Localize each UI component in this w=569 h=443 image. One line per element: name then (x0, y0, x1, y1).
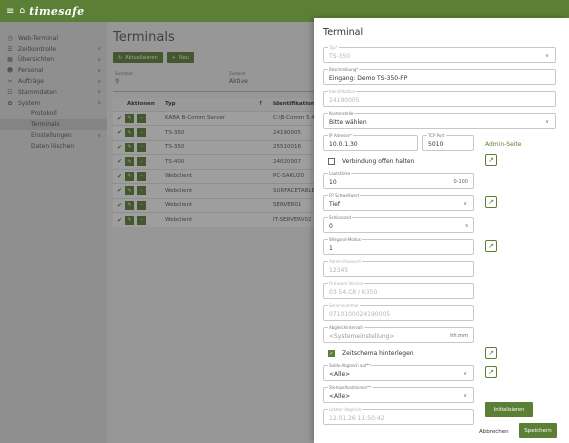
saldo-sync-select[interactable]: Saldo-Abgleich auf** <Alle> ∨ (323, 363, 474, 381)
lautstaerke-field[interactable]: Lautstärke 10 0-100 (323, 171, 474, 189)
saldo-sync-value: <Alle> (329, 371, 351, 378)
firmware-version-field: Firmware Version 03.54.C8 / K350 (323, 281, 474, 299)
sync-interval-value: <Systemeinstellung> (329, 333, 395, 340)
schlosszeit-unit: s (465, 223, 468, 229)
open-external-icon[interactable]: ↗ (485, 240, 497, 252)
cancel-button[interactable]: Abbrechen (479, 429, 509, 435)
schlosszeit-value: 0 (329, 223, 333, 230)
beschreibung-label: Beschreibung* (328, 67, 360, 72)
admin-password-field[interactable]: Admin-Passwort 12345 (323, 259, 474, 277)
initialize-button[interactable]: Initialisieren (485, 402, 533, 417)
keep-connection-checkbox[interactable] (328, 158, 335, 165)
ip-address-label: IP Adresse* (328, 133, 353, 138)
chevron-down-icon: ∨ (463, 201, 467, 207)
wiegand-mode-value: 1 (329, 245, 333, 252)
chevron-down-icon: ∨ (545, 53, 549, 59)
identifikation-value: 24190005 (329, 97, 360, 104)
hamburger-menu-icon[interactable]: ≡ (6, 6, 14, 17)
serial-number-value: 0710100024190005 (329, 311, 391, 318)
typ-label: Typ* (328, 45, 339, 50)
ip-address-value: 10.0.1.30 (329, 141, 358, 148)
typ-select[interactable]: Typ* TS-350 ∨ (323, 45, 556, 63)
lautstaerke-label: Lautstärke (328, 171, 352, 176)
beschreibung-field[interactable]: Beschreibung* Eingang: Demo TS-350-FP (323, 67, 556, 85)
schlosszeit-field[interactable]: Schlosszeit 0 s (323, 215, 474, 233)
sync-interval-field[interactable]: Abgleichintervall <Systemeinstellung> hh… (323, 325, 474, 343)
zeitschema-checkbox[interactable]: ✓ (328, 350, 335, 357)
open-external-icon[interactable]: ↗ (485, 196, 497, 208)
admin-page-link[interactable]: Admin-Seite (485, 141, 522, 148)
sync-interval-label: Abgleichintervall (328, 325, 364, 330)
zeitschema-label: Zeitschema hinterlegen (342, 350, 414, 357)
open-external-icon[interactable]: ↗ (485, 347, 497, 359)
wiegand-mode-field[interactable]: Wiegand-Modus 1 (323, 237, 474, 255)
open-external-icon[interactable]: ↗ (485, 366, 497, 378)
save-button[interactable]: Speichern (519, 423, 557, 438)
firmware-version-value: 03.54.C8 / K350 (329, 289, 378, 296)
ip-address-field[interactable]: IP Adresse* 10.0.1.30 (323, 133, 418, 151)
last-sync-label: Letzter Abgleich (328, 407, 363, 412)
tcp-port-label: TCP Port (427, 133, 446, 138)
identifikation-label: Identifikation (328, 89, 357, 94)
brand-logo: timesafe (29, 4, 85, 18)
dialog-title: Terminal (323, 27, 364, 38)
stamp-functions-label: Stempelfunktionen** (328, 385, 373, 390)
admin-password-label: Admin-Passwort (328, 259, 362, 264)
home-icon[interactable]: ⌂ (19, 6, 25, 16)
stamp-functions-value: <Alle> (329, 393, 351, 400)
beschreibung-value: Eingang: Demo TS-350-FP (329, 75, 408, 82)
chevron-down-icon: ∨ (463, 371, 467, 377)
terminal-dialog: Terminal Typ* TS-350 ∨ Beschreibung* Ein… (314, 18, 569, 443)
lautstaerke-range: 0-100 (453, 179, 468, 185)
last-sync-value: 12.01.26 11:50:42 (329, 415, 385, 422)
chevron-down-icon: ∨ (463, 393, 467, 399)
kostenstelle-label: Kostenstelle (328, 111, 355, 116)
tcp-port-value: 5010 (428, 141, 444, 148)
stamp-functions-select[interactable]: Stempelfunktionen** <Alle> ∨ (323, 385, 474, 403)
saldo-sync-label: Saldo-Abgleich auf** (328, 363, 372, 368)
fp-schwellwert-select[interactable]: FP Schwellwert Tief ∨ (323, 193, 474, 211)
fp-schwellwert-label: FP Schwellwert (328, 193, 361, 198)
identifikation-field[interactable]: Identifikation 24190005 (323, 89, 556, 107)
kostenstelle-select[interactable]: Kostenstelle Bitte wählen ∨ (323, 111, 556, 129)
kostenstelle-value: Bitte wählen (329, 119, 367, 126)
fp-schwellwert-value: Tief (329, 201, 340, 208)
last-sync-field: Letzter Abgleich 12.01.26 11:50:42 (323, 407, 474, 425)
open-external-icon[interactable]: ↗ (485, 154, 497, 166)
wiegand-mode-label: Wiegand-Modus (328, 237, 363, 242)
serial-number-field: Seriennummer 0710100024190005 (323, 303, 474, 321)
typ-value: TS-350 (329, 53, 351, 60)
keep-connection-label: Verbindung offen halten (342, 158, 415, 165)
firmware-version-label: Firmware Version (328, 281, 365, 286)
chevron-down-icon: ∨ (545, 119, 549, 125)
serial-number-label: Seriennummer (328, 303, 360, 308)
lautstaerke-value: 10 (329, 179, 337, 186)
admin-password-value: 12345 (329, 267, 349, 274)
sync-interval-suffix: hh:mm (450, 333, 468, 339)
tcp-port-field[interactable]: TCP Port 5010 (422, 133, 474, 151)
schlosszeit-label: Schlosszeit (328, 215, 353, 220)
